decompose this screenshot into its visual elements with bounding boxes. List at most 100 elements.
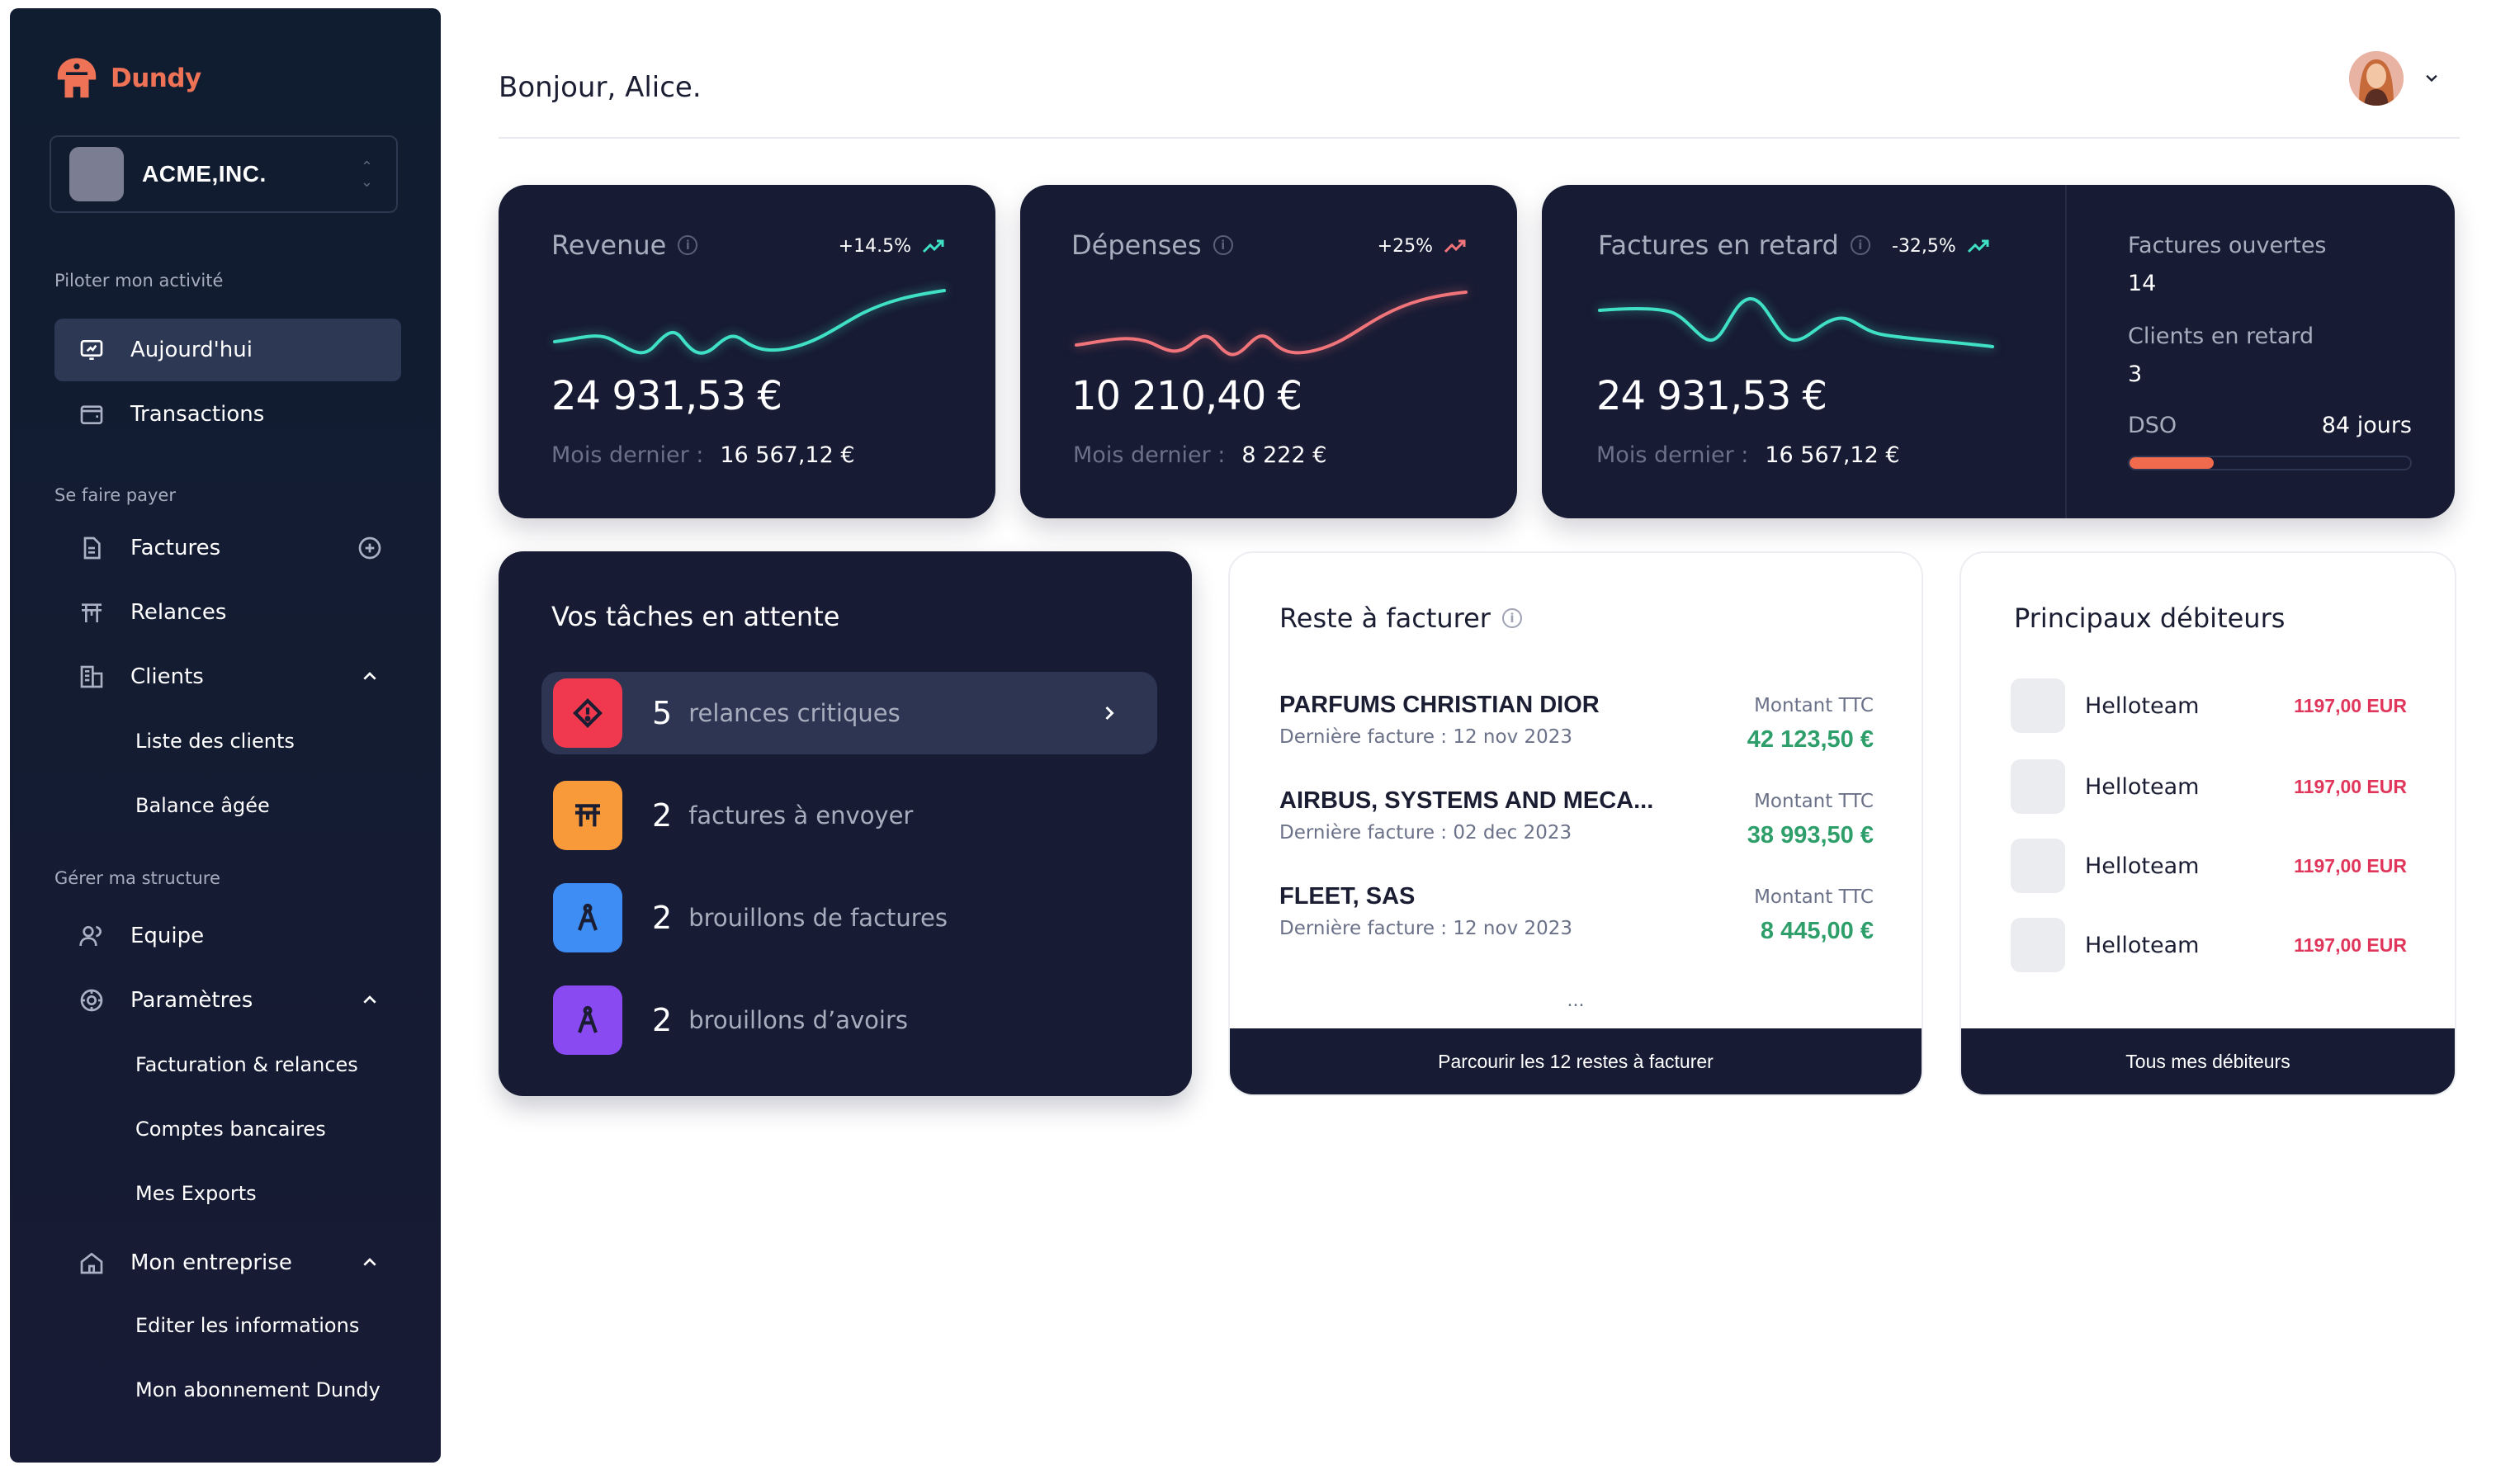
sidebar-subitem-billing-reminders[interactable]: Facturation & relances: [135, 1053, 358, 1076]
dso-label: DSO: [2128, 413, 2177, 438]
amount-value: 38 993,50 €: [1747, 822, 1874, 848]
kpi-last-value: 8 222 €: [1241, 442, 1327, 468]
kpi-card-expenses[interactable]: Dépenses i +25% 10 210,40 € Mois dernier…: [1020, 185, 1517, 518]
kpi-title-text: Factures en retard: [1598, 229, 1839, 261]
chevron-down-icon[interactable]: [2420, 66, 2443, 89]
info-icon[interactable]: i: [678, 235, 698, 255]
info-icon[interactable]: i: [1501, 608, 1522, 628]
kpi-last-month: Mois dernier : 16 567,12 €: [1596, 442, 1900, 468]
sidebar-subitem-bank-accounts[interactable]: Comptes bancaires: [135, 1118, 326, 1141]
sidebar-item-label: Transactions: [130, 402, 265, 427]
gate-icon: [575, 804, 600, 827]
warning-diamond-icon: [573, 698, 603, 728]
kpi-card-revenue[interactable]: Revenue i +14.5% 24 931,53 € Mois dernie…: [499, 185, 995, 518]
kpi-delta-text: +25%: [1377, 236, 1433, 257]
kpi-last-label: Mois dernier :: [1596, 442, 1749, 468]
kpi-title-text: Revenue: [551, 229, 667, 261]
debtor-row[interactable]: Helloteam 1197,00 EUR: [2011, 678, 2407, 733]
dso-progress-fill: [2130, 457, 2214, 469]
kpi-delta: -32,5%: [1892, 236, 1991, 257]
trend-up-icon: [1444, 239, 1466, 253]
sidebar-item-settings[interactable]: Paramètres: [54, 969, 401, 1032]
user-photo: [2349, 51, 2404, 106]
chevron-up-icon[interactable]: [357, 1250, 383, 1276]
trend-up-icon: [922, 239, 944, 253]
kpi-value: 10 210,40 €: [1071, 373, 1302, 419]
company-switcher[interactable]: ACME,INC. ⌃ ⌄: [50, 135, 398, 213]
task-icon-bg: [553, 883, 622, 952]
debtor-row[interactable]: Helloteam 1197,00 EUR: [2011, 759, 2407, 814]
card-title: Reste à facturer i: [1279, 603, 1522, 634]
chevron-up-icon[interactable]: [357, 987, 383, 1014]
users-icon: [78, 922, 106, 950]
card-title: Principaux débiteurs: [2014, 603, 2286, 634]
sidebar-item-label: Aujourd'hui: [130, 338, 253, 362]
dundy-logo-icon: [57, 58, 97, 98]
debtor-row[interactable]: Helloteam 1197,00 EUR: [2011, 839, 2407, 893]
task-row-credit-drafts[interactable]: 2 brouillons d’avoirs: [541, 979, 1157, 1061]
greeting: Bonjour, Alice.: [499, 71, 702, 104]
sidebar-item-team[interactable]: Equipe: [54, 905, 401, 967]
chevron-up-down-icon: ⌃ ⌄: [360, 158, 373, 191]
sidebar: Dundy ACME,INC. ⌃ ⌄ Piloter mon activité …: [10, 8, 441, 1463]
task-row-critical-reminders[interactable]: 5 relances critiques: [541, 672, 1157, 754]
sidebar-subitem-aged-balance[interactable]: Balance âgée: [135, 794, 270, 817]
amount-label: Montant TTC: [1754, 695, 1874, 716]
kpi-last-label: Mois dernier :: [1073, 442, 1226, 468]
task-row-invoices-to-send[interactable]: 2 factures à envoyer: [541, 774, 1157, 857]
info-icon[interactable]: i: [1850, 235, 1870, 255]
user-avatar[interactable]: [2349, 51, 2404, 106]
debtor-name: Helloteam: [2085, 692, 2200, 719]
gate-icon: [78, 598, 106, 626]
task-icon-bg: [553, 678, 622, 748]
card-title: Vos tâches en attente: [551, 601, 840, 632]
sidebar-item-label: Mon entreprise: [130, 1250, 292, 1275]
brand-logo[interactable]: Dundy: [53, 54, 201, 102]
task-label: brouillons de factures: [688, 904, 948, 932]
info-icon[interactable]: i: [1213, 235, 1233, 255]
task-icon-bg: [553, 985, 622, 1055]
last-invoice-date: Dernière facture : 12 nov 2023: [1279, 918, 1573, 939]
overdue-sparkline: [1598, 297, 1994, 348]
task-row-invoice-drafts[interactable]: 2 brouillons de factures: [541, 877, 1157, 959]
kpi-last-month: Mois dernier : 8 222 €: [1073, 442, 1326, 468]
browse-to-invoice-button[interactable]: Parcourir les 12 restes à facturer: [1230, 1028, 1922, 1094]
document-icon: [78, 534, 106, 562]
sidebar-item-today[interactable]: Aujourd'hui: [54, 319, 401, 381]
section-title-pilot: Piloter mon activité: [54, 271, 224, 291]
kpi-value: 24 931,53 €: [551, 373, 782, 419]
sidebar-item-label: Factures: [130, 536, 221, 560]
sidebar-item-label: Equipe: [130, 924, 205, 948]
sidebar-item-my-company[interactable]: Mon entreprise: [54, 1231, 401, 1294]
debtor-avatar: [2011, 918, 2065, 972]
kpi-title: Dépenses i: [1071, 229, 1233, 261]
amount-label: Montant TTC: [1754, 886, 1874, 908]
sidebar-item-clients[interactable]: Clients: [54, 645, 401, 708]
late-clients-value: 3: [2128, 362, 2143, 387]
debtor-amount: 1197,00 EUR: [2294, 854, 2407, 877]
sidebar-item-transactions[interactable]: Transactions: [54, 383, 401, 446]
chevron-up-icon[interactable]: [357, 664, 383, 690]
sidebar-item-reminders[interactable]: Relances: [54, 581, 401, 644]
sidebar-subitem-clients-list[interactable]: Liste des clients: [135, 730, 295, 753]
pending-tasks-card: Vos tâches en attente 5 relances critiqu…: [499, 551, 1192, 1096]
compass-draft-icon: [578, 1005, 598, 1033]
amount-value: 42 123,50 €: [1747, 726, 1874, 753]
add-invoice-icon[interactable]: [357, 535, 383, 561]
building-icon: [78, 663, 106, 691]
to-invoice-card: Reste à facturer i PARFUMS CHRISTIAN DIO…: [1228, 551, 1923, 1096]
debtor-row[interactable]: Helloteam 1197,00 EUR: [2011, 918, 2407, 972]
late-clients-label: Clients en retard: [2128, 324, 2314, 349]
sidebar-subitem-subscription[interactable]: Mon abonnement Dundy: [135, 1378, 381, 1401]
sidebar-subitem-exports[interactable]: Mes Exports: [135, 1182, 257, 1205]
sidebar-item-label: Paramètres: [130, 988, 253, 1013]
sidebar-subitem-edit-info[interactable]: Editer les informations: [135, 1314, 359, 1337]
last-invoice-date: Dernière facture : 02 dec 2023: [1279, 822, 1572, 844]
open-invoices-label: Factures ouvertes: [2128, 233, 2327, 258]
all-debtors-button[interactable]: Tous mes débiteurs: [1961, 1028, 2455, 1094]
open-invoices-value: 14: [2128, 271, 2157, 296]
kpi-last-label: Mois dernier :: [551, 442, 704, 468]
task-icon-bg: [553, 781, 622, 850]
kpi-title: Factures en retard i: [1598, 229, 1870, 261]
sidebar-item-invoices[interactable]: Factures: [54, 517, 401, 579]
